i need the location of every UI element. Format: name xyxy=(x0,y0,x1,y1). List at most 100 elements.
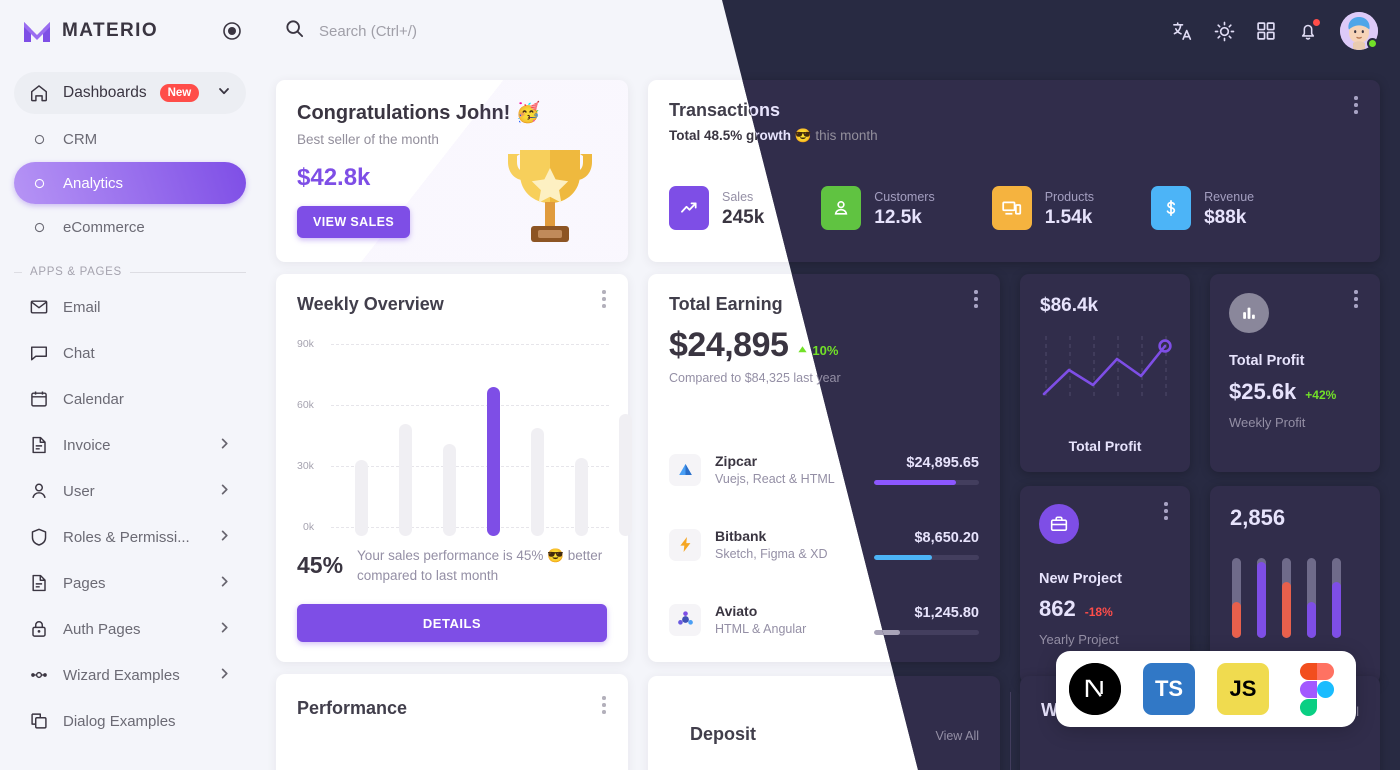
weekly-profit-subtitle: Weekly Profit xyxy=(1229,415,1306,430)
transactions-title: Transactions xyxy=(722,100,1380,121)
avatar[interactable] xyxy=(1340,12,1378,50)
kebab-menu-icon[interactable] xyxy=(594,694,614,716)
weekly-overview-title: Weekly Overview xyxy=(297,294,444,314)
progress-fill xyxy=(874,554,932,560)
new-project-percent: -18% xyxy=(1084,605,1113,619)
topbar-icons-dark xyxy=(1170,12,1378,50)
sidebar-item-roles-permissions[interactable]: Roles & Permissi... xyxy=(14,516,246,558)
search-bar[interactable]: Search (Ctrl+/) xyxy=(284,18,417,44)
sidebar-item-analytics[interactable]: Analytics xyxy=(14,162,246,204)
arrow-up-icon xyxy=(797,343,808,358)
sidebar-item-user[interactable]: User xyxy=(14,470,246,512)
stat-sales: Sales 245k xyxy=(669,186,764,230)
bar-chart-icon xyxy=(1229,293,1269,333)
bar-track xyxy=(1282,558,1291,638)
sidebar-item-calendar[interactable]: Calendar xyxy=(14,378,246,420)
sidebar-item-email[interactable]: Email xyxy=(14,286,246,328)
pin-toggle-icon[interactable] xyxy=(222,21,242,41)
sidebar-item-auth-pages[interactable]: Auth Pages xyxy=(14,608,246,650)
new-project-title: New Project xyxy=(1039,571,1122,587)
transactions-subtitle: Total 48.5% growth 😎 this month xyxy=(722,128,1380,144)
sessions-amount: 2,856 xyxy=(1230,505,1286,530)
user-icon xyxy=(28,480,50,502)
kebab-menu-icon[interactable] xyxy=(966,288,986,310)
sidebar-item-pages[interactable]: Pages xyxy=(14,562,246,604)
progress-track xyxy=(874,554,979,560)
sidebar-item-dialog-examples[interactable]: Dialog Examples xyxy=(14,700,246,742)
new-project-amount-row: 862 -18% xyxy=(1039,596,1190,622)
kebab-menu-icon[interactable] xyxy=(1156,500,1176,522)
chevron-down-icon[interactable] xyxy=(216,83,232,104)
stat-label: Products xyxy=(1044,189,1095,204)
item-price: $1,245.80 xyxy=(914,604,979,621)
bar-fill xyxy=(1232,602,1241,638)
item-price: $8,650.20 xyxy=(914,529,979,546)
bar xyxy=(355,460,368,536)
brand[interactable]: MATERIO xyxy=(0,0,260,62)
kebab-menu-icon[interactable] xyxy=(594,288,614,310)
view-all-link[interactable]: View All xyxy=(935,729,979,743)
bar xyxy=(619,414,632,536)
item-name: Aviato xyxy=(715,603,758,619)
trophy-icon xyxy=(498,136,602,254)
bar xyxy=(443,444,456,536)
bar-highlighted xyxy=(487,387,500,536)
chevron-right-icon[interactable] xyxy=(217,666,232,685)
kebab-menu-icon[interactable] xyxy=(1346,94,1366,116)
bar-track xyxy=(1232,558,1241,638)
typescript-logo-icon[interactable]: TS xyxy=(1143,663,1195,715)
sidebar-item-invoice[interactable]: Invoice xyxy=(14,424,246,466)
sidebar-item-label: CRM xyxy=(63,130,98,148)
chevron-right-icon[interactable] xyxy=(217,436,232,455)
sessions-bar-chart xyxy=(1232,558,1341,638)
bar xyxy=(575,458,588,536)
weekly-profit-card: Total Profit $25.6k +42% Weekly Profit xyxy=(1210,274,1380,472)
sidebar-item-ecommerce[interactable]: eCommerce xyxy=(14,206,246,248)
chevron-right-icon[interactable] xyxy=(217,482,232,501)
javascript-logo-icon[interactable]: JS xyxy=(1217,663,1269,715)
weekly-overview-card: Weekly Overview 90k 60k 30k 0k 45% Your … xyxy=(276,274,632,662)
invoice-icon xyxy=(28,434,50,456)
nextjs-logo-icon[interactable] xyxy=(1069,663,1121,715)
notification-badge xyxy=(1312,18,1321,27)
item-tech: Vuejs, React & HTML xyxy=(715,472,835,486)
total-earning-amount: $24,895 xyxy=(669,326,789,364)
weekly-profit-title: Total Profit xyxy=(1229,353,1305,369)
sidebar-item-label: Dialog Examples xyxy=(63,712,176,730)
section-label: APPS & PAGES xyxy=(30,266,122,278)
bullet-circle-icon xyxy=(28,178,50,189)
person-icon xyxy=(821,186,862,230)
sidebar-item-wizard-examples[interactable]: Wizard Examples xyxy=(14,654,246,696)
performance-title: Performance xyxy=(297,698,408,718)
zipcar-logo-icon xyxy=(669,453,701,486)
sidebar-item-chat[interactable]: Chat xyxy=(14,332,246,374)
bell-icon[interactable] xyxy=(1296,18,1321,43)
divider xyxy=(1010,692,1011,770)
item-tech: HTML & Angular xyxy=(715,622,807,636)
y-tick: 60k xyxy=(297,399,314,411)
details-button[interactable]: DETAILS xyxy=(297,604,607,642)
chat-icon xyxy=(28,342,50,364)
search-input[interactable]: Search (Ctrl+/) xyxy=(319,23,417,40)
stat-value: 245k xyxy=(722,206,765,228)
chevron-right-icon[interactable] xyxy=(217,528,232,547)
new-project-subtitle: Yearly Project xyxy=(1039,632,1119,647)
brand-name: MATERIO xyxy=(62,20,158,41)
sidebar-item-crm[interactable]: CRM xyxy=(14,118,246,160)
weekly-note: Your sales performance is 45% 😎 better c… xyxy=(357,548,603,583)
grid-apps-icon[interactable] xyxy=(1254,19,1278,43)
dialog-icon xyxy=(28,710,50,732)
kebab-menu-icon[interactable] xyxy=(1346,288,1366,310)
stat-value: 12.5k xyxy=(874,206,922,228)
sun-icon[interactable] xyxy=(1212,19,1236,43)
figma-logo-icon[interactable] xyxy=(1291,662,1343,716)
weekly-overview-summary: 45% Your sales performance is 45% 😎 bett… xyxy=(297,546,609,585)
stat-label: Sales xyxy=(722,189,754,204)
aviato-logo-icon xyxy=(669,603,701,636)
translate-icon[interactable] xyxy=(1170,19,1194,43)
dollar-icon xyxy=(1151,186,1192,230)
sidebar-item-dashboards[interactable]: Dashboards New xyxy=(14,72,246,114)
chevron-right-icon[interactable] xyxy=(217,574,232,593)
chevron-right-icon[interactable] xyxy=(217,620,232,639)
home-icon xyxy=(28,82,50,104)
